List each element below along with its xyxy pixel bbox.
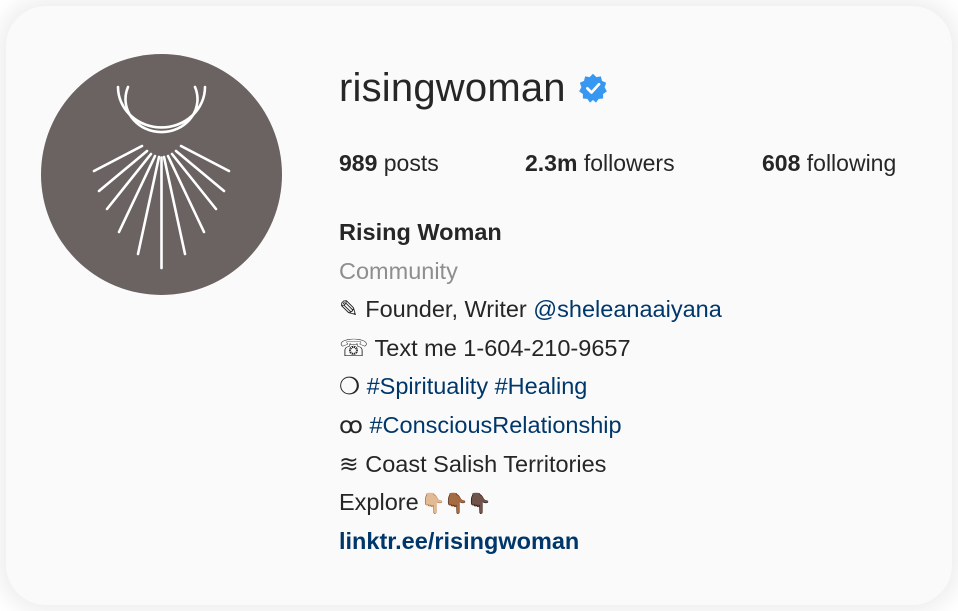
circle-icon: ❍ [339, 373, 361, 400]
mention-link[interactable]: @sheleanaaiyana [533, 296, 722, 322]
followers-label: followers [577, 150, 675, 176]
hashtag-links[interactable]: #Spirituality #Healing [367, 373, 588, 399]
profile-avatar[interactable] [41, 54, 282, 295]
profile-stats: 989 posts 2.3m followers 608 following [339, 150, 896, 177]
following-count: 608 [762, 150, 801, 176]
posts-stat[interactable]: 989 posts [339, 150, 525, 177]
username: risingwoman [339, 65, 566, 110]
profile-card: risingwoman 989 posts 2.3m followers 608… [6, 6, 952, 605]
posts-label: posts [377, 150, 439, 176]
bio-line-hashtags: ❍ #Spirituality #Healing [339, 367, 722, 406]
posts-count: 989 [339, 150, 378, 176]
pencil-icon: ✎ [339, 296, 359, 323]
following-label: following [800, 150, 897, 176]
pointing-down-hands-icon: 👇🏼👇🏾👇🏿 [420, 493, 492, 516]
hashtag-link-relationship[interactable]: #ConsciousRelationship [369, 412, 621, 438]
bio-line-explore: Explore 👇🏼👇🏾👇🏿 [339, 483, 722, 522]
bio-line-relationship: ꝏ #ConsciousRelationship [339, 406, 722, 445]
website-link[interactable]: linktr.ee/risingwoman [339, 528, 579, 554]
followers-count: 2.3m [525, 150, 578, 176]
following-stat[interactable]: 608 following [762, 150, 896, 177]
bio-location-text: Coast Salish Territories [358, 450, 607, 477]
telephone-icon: ☏ [339, 334, 369, 361]
waves-icon: ≋ [339, 450, 359, 477]
bio-line-phone: ☏ Text me 1-604-210-9657 [339, 329, 722, 368]
bio-line-location: ≋ Coast Salish Territories [339, 445, 722, 484]
username-row: risingwoman [339, 60, 608, 116]
bio-phone-text: Text me 1-604-210-9657 [368, 334, 631, 361]
followers-stat[interactable]: 2.3m followers [525, 150, 762, 177]
verified-badge-icon [578, 73, 608, 103]
profile-bio: Rising Woman Community ✎ Founder, Writer… [339, 213, 722, 560]
bio-website-row: linktr.ee/risingwoman [339, 522, 722, 561]
profile-category: Community [339, 257, 458, 284]
bio-line-founder: ✎ Founder, Writer @sheleanaaiyana [339, 290, 722, 329]
infinity-icon: ꝏ [339, 411, 363, 438]
crescent-moon-rays-icon [92, 85, 231, 270]
bio-founder-text: Founder, Writer [358, 296, 534, 323]
profile-display-name: Rising Woman [339, 219, 502, 245]
explore-text: Explore [339, 489, 419, 516]
